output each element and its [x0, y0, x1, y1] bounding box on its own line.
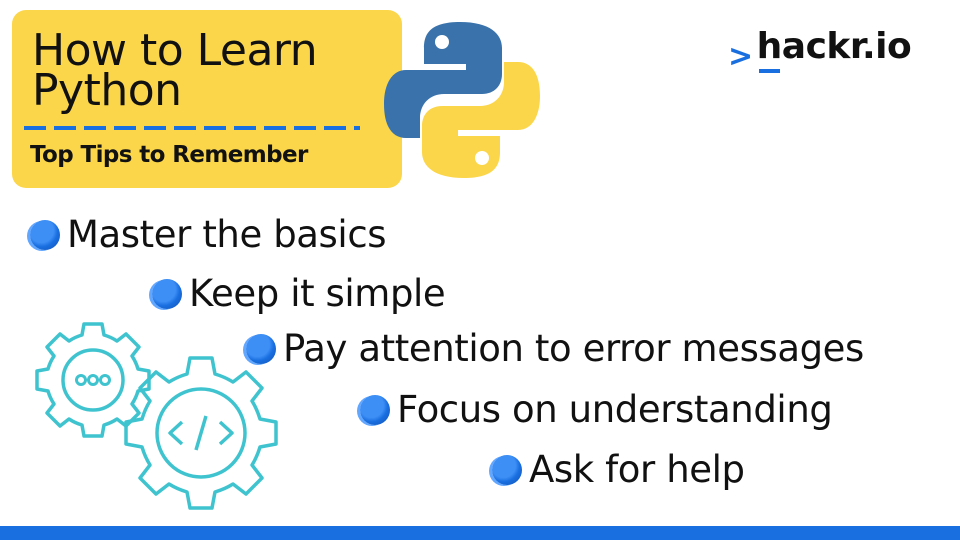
dashed-divider	[24, 126, 360, 130]
subtitle: Top Tips to Remember	[30, 142, 308, 168]
bullet-dot-icon	[360, 394, 390, 425]
tip-label: Master the basics	[67, 213, 387, 256]
python-logo-icon	[384, 22, 540, 178]
gears-illustration	[35, 322, 278, 510]
tip-master-basics: Master the basics	[30, 213, 387, 256]
brand-rest: ackr.io	[781, 26, 912, 67]
bottom-accent-bar	[0, 526, 960, 540]
bullet-dot-icon	[152, 278, 182, 309]
tip-label: Pay attention to error messages	[283, 327, 864, 370]
brand-first-letter: h	[756, 26, 782, 73]
gear-code-icon	[124, 356, 278, 510]
brand-chevron: >	[728, 39, 753, 74]
tip-label: Ask for help	[529, 448, 745, 491]
tip-error-messages: Pay attention to error messages	[246, 327, 864, 370]
bullet-dot-icon	[30, 219, 60, 250]
tip-keep-simple: Keep it simple	[152, 272, 446, 315]
hackr-logo: > hackr.io	[728, 26, 912, 74]
tip-label: Keep it simple	[189, 272, 446, 315]
title-line-2: Python	[32, 65, 182, 116]
tip-focus-understanding: Focus on understanding	[360, 388, 833, 431]
tip-label: Focus on understanding	[397, 388, 833, 431]
bullet-dot-icon	[492, 454, 522, 485]
tip-ask-help: Ask for help	[492, 448, 745, 491]
